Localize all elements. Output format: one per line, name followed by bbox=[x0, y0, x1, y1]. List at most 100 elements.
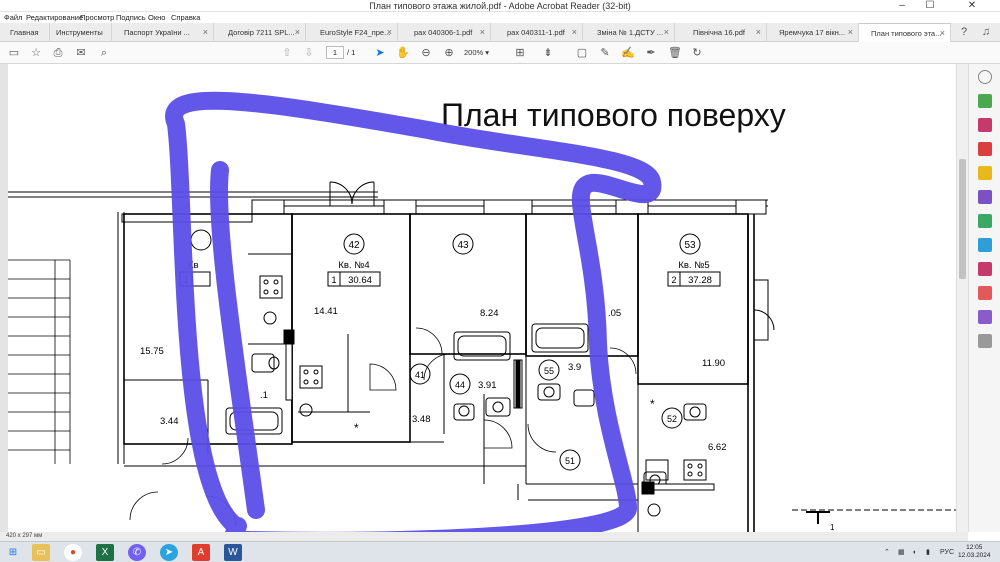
window-title: План типового этажа жилой.pdf - Adobe Ac… bbox=[369, 1, 631, 11]
tab-doc-7[interactable]: Північна 16.pdf × bbox=[675, 23, 767, 42]
taskbar: ⊞ ▭ ● X ✆ ➤ A W ⌃ ▦ ◖ ▮ РУС 12:05 12.03.… bbox=[0, 541, 1000, 562]
plan-title: План типового поверху bbox=[441, 97, 786, 133]
menu-view[interactable]: Просмотр bbox=[80, 12, 114, 23]
close-icon[interactable]: × bbox=[203, 23, 208, 42]
close-icon[interactable]: × bbox=[848, 23, 853, 42]
scan-icon[interactable] bbox=[978, 238, 992, 252]
file-explorer-icon[interactable]: ▭ bbox=[32, 544, 50, 561]
fit-page-icon[interactable]: ⊞ bbox=[512, 45, 528, 61]
highlight-icon[interactable]: ✍ bbox=[620, 45, 636, 61]
menu-edit[interactable]: Редактирование bbox=[26, 12, 83, 23]
menu-window[interactable]: Окно bbox=[148, 12, 165, 23]
zoom-out-icon[interactable]: ⊖ bbox=[418, 45, 434, 61]
network-icon[interactable]: ▦ bbox=[898, 542, 905, 562]
room-number: 43 bbox=[457, 240, 469, 251]
select-cursor-icon[interactable]: ➤ bbox=[372, 45, 388, 61]
menu-file[interactable]: Файл bbox=[4, 12, 22, 23]
delete-icon[interactable]: 🗑 bbox=[667, 45, 683, 61]
close-icon[interactable]: × bbox=[664, 23, 669, 42]
acrobat-icon[interactable]: A bbox=[192, 544, 210, 561]
apartment-number: 42 bbox=[348, 240, 360, 251]
viber-icon[interactable]: ✆ bbox=[128, 544, 146, 561]
toolbar: ▭ ☆ ⎙ ✉ ⌕ ⇧ ⇩ 1 / 1 ➤ ✋ ⊖ ⊕ 200% ▾ ⊞ ⇟ ▢… bbox=[0, 42, 1000, 64]
tray-chevron-icon[interactable]: ⌃ bbox=[884, 542, 890, 562]
menu-sign[interactable]: Подпись bbox=[116, 12, 146, 23]
close-icon[interactable]: × bbox=[756, 23, 761, 42]
tab-home[interactable]: Главная bbox=[0, 23, 50, 42]
export-pdf-icon[interactable] bbox=[978, 94, 992, 108]
pdf-page: План типового поверху 42 Кв. №4 1 30.64 … bbox=[8, 64, 956, 532]
tab-doc-1[interactable]: Паспорт України ... × bbox=[112, 23, 214, 42]
close-icon[interactable]: × bbox=[572, 23, 577, 42]
word-icon[interactable]: W bbox=[224, 544, 242, 561]
close-icon[interactable]: × bbox=[480, 23, 485, 42]
minimize-button[interactable]: – bbox=[888, 0, 916, 12]
menu-help[interactable]: Справка bbox=[171, 12, 200, 23]
tab-doc-active[interactable]: План типового эта... × bbox=[859, 23, 951, 42]
close-icon[interactable]: × bbox=[940, 24, 945, 42]
comment-icon[interactable]: ▢ bbox=[574, 45, 590, 61]
rotate-icon[interactable]: ↻ bbox=[689, 45, 705, 61]
mail-icon[interactable]: ✉ bbox=[73, 45, 89, 61]
language-indicator[interactable]: РУС bbox=[940, 542, 954, 562]
tab-doc-4[interactable]: рах 040306-1.pdf × bbox=[398, 23, 491, 42]
organize-pages-icon[interactable] bbox=[978, 214, 992, 228]
page-up-icon[interactable]: ⇧ bbox=[279, 45, 295, 61]
comment-tool-icon[interactable] bbox=[978, 166, 992, 180]
page-number-input[interactable]: 1 bbox=[326, 46, 344, 59]
room-area: 3.91 bbox=[478, 380, 497, 391]
protect-icon[interactable] bbox=[978, 286, 992, 300]
pen-icon[interactable]: ✎ bbox=[597, 45, 613, 61]
room-area: 11.90 bbox=[702, 358, 725, 369]
volume-icon[interactable]: ◖ bbox=[912, 542, 916, 562]
room-area: 14.41 bbox=[314, 306, 338, 317]
excel-icon[interactable]: X bbox=[96, 544, 114, 561]
chrome-icon[interactable]: ● bbox=[64, 544, 82, 561]
apartment-rooms: 2 bbox=[671, 275, 676, 285]
scroll-mode-icon[interactable]: ⇟ bbox=[540, 45, 556, 61]
hand-icon[interactable]: ✋ bbox=[395, 45, 411, 61]
save-icon[interactable]: ▭ bbox=[6, 45, 22, 61]
tab-label: рах 040306-1.pdf bbox=[414, 28, 473, 37]
more-tools-icon[interactable] bbox=[978, 334, 992, 348]
battery-icon[interactable]: ▮ bbox=[926, 542, 930, 562]
create-pdf-icon[interactable] bbox=[978, 142, 992, 156]
room-number: 51 bbox=[565, 456, 575, 466]
edit-pdf-icon[interactable] bbox=[978, 118, 992, 132]
tab-doc-3[interactable]: EuroStyle F24_пре... × bbox=[306, 23, 398, 42]
clock[interactable]: 12:05 12.03.2024 bbox=[958, 544, 991, 560]
apartment-label: Кв. №5 bbox=[678, 260, 709, 271]
scrollbar-thumb[interactable] bbox=[959, 159, 966, 279]
zoom-in-icon[interactable]: ⊕ bbox=[441, 45, 457, 61]
help-icon[interactable]: ? bbox=[956, 23, 972, 42]
tab-label: EuroStyle F24_пре... bbox=[320, 28, 391, 37]
zoom-select[interactable]: 200% ▾ bbox=[464, 46, 502, 59]
telegram-icon[interactable]: ➤ bbox=[160, 544, 178, 561]
tab-doc-5[interactable]: рах 040311-1.pdf × bbox=[491, 23, 583, 42]
combine-files-icon[interactable] bbox=[978, 190, 992, 204]
zoom-tool-icon[interactable] bbox=[978, 70, 992, 84]
close-button[interactable]: ✕ bbox=[944, 0, 1000, 12]
bell-icon[interactable]: ♫ bbox=[978, 23, 994, 42]
close-icon[interactable]: × bbox=[387, 23, 392, 42]
maximize-button[interactable]: ☐ bbox=[916, 0, 944, 12]
document-viewport[interactable]: План типового поверху 42 Кв. №4 1 30.64 … bbox=[0, 64, 968, 532]
menu-bar: Файл Редактирование Просмотр Подпись Окн… bbox=[0, 12, 1000, 23]
close-icon[interactable]: × bbox=[295, 23, 300, 42]
tab-doc-8[interactable]: Яремчука 17 вікн... × bbox=[767, 23, 859, 42]
tab-doc-2[interactable]: Договір 7211 SPL... × bbox=[214, 23, 306, 42]
print-icon[interactable]: ⎙ bbox=[50, 45, 66, 61]
tab-label: Яремчука 17 вікн... bbox=[779, 28, 846, 37]
fill-sign-icon[interactable] bbox=[978, 262, 992, 276]
vertical-scrollbar[interactable] bbox=[956, 64, 968, 532]
tab-tools[interactable]: Инструменты bbox=[50, 23, 112, 42]
sign-icon[interactable]: ✒ bbox=[643, 45, 659, 61]
acrobat-window: План типового этажа жилой.pdf - Adobe Ac… bbox=[0, 0, 1000, 562]
page-down-icon[interactable]: ⇩ bbox=[301, 45, 317, 61]
share-icon[interactable] bbox=[978, 310, 992, 324]
page-size-label: 420 x 297 мм bbox=[6, 533, 43, 539]
start-icon[interactable]: ⊞ bbox=[4, 544, 22, 561]
tab-doc-6[interactable]: Зміна № 1.ДСТУ ... × bbox=[583, 23, 675, 42]
star-icon[interactable]: ☆ bbox=[28, 45, 44, 61]
search-icon[interactable]: ⌕ bbox=[96, 45, 112, 61]
